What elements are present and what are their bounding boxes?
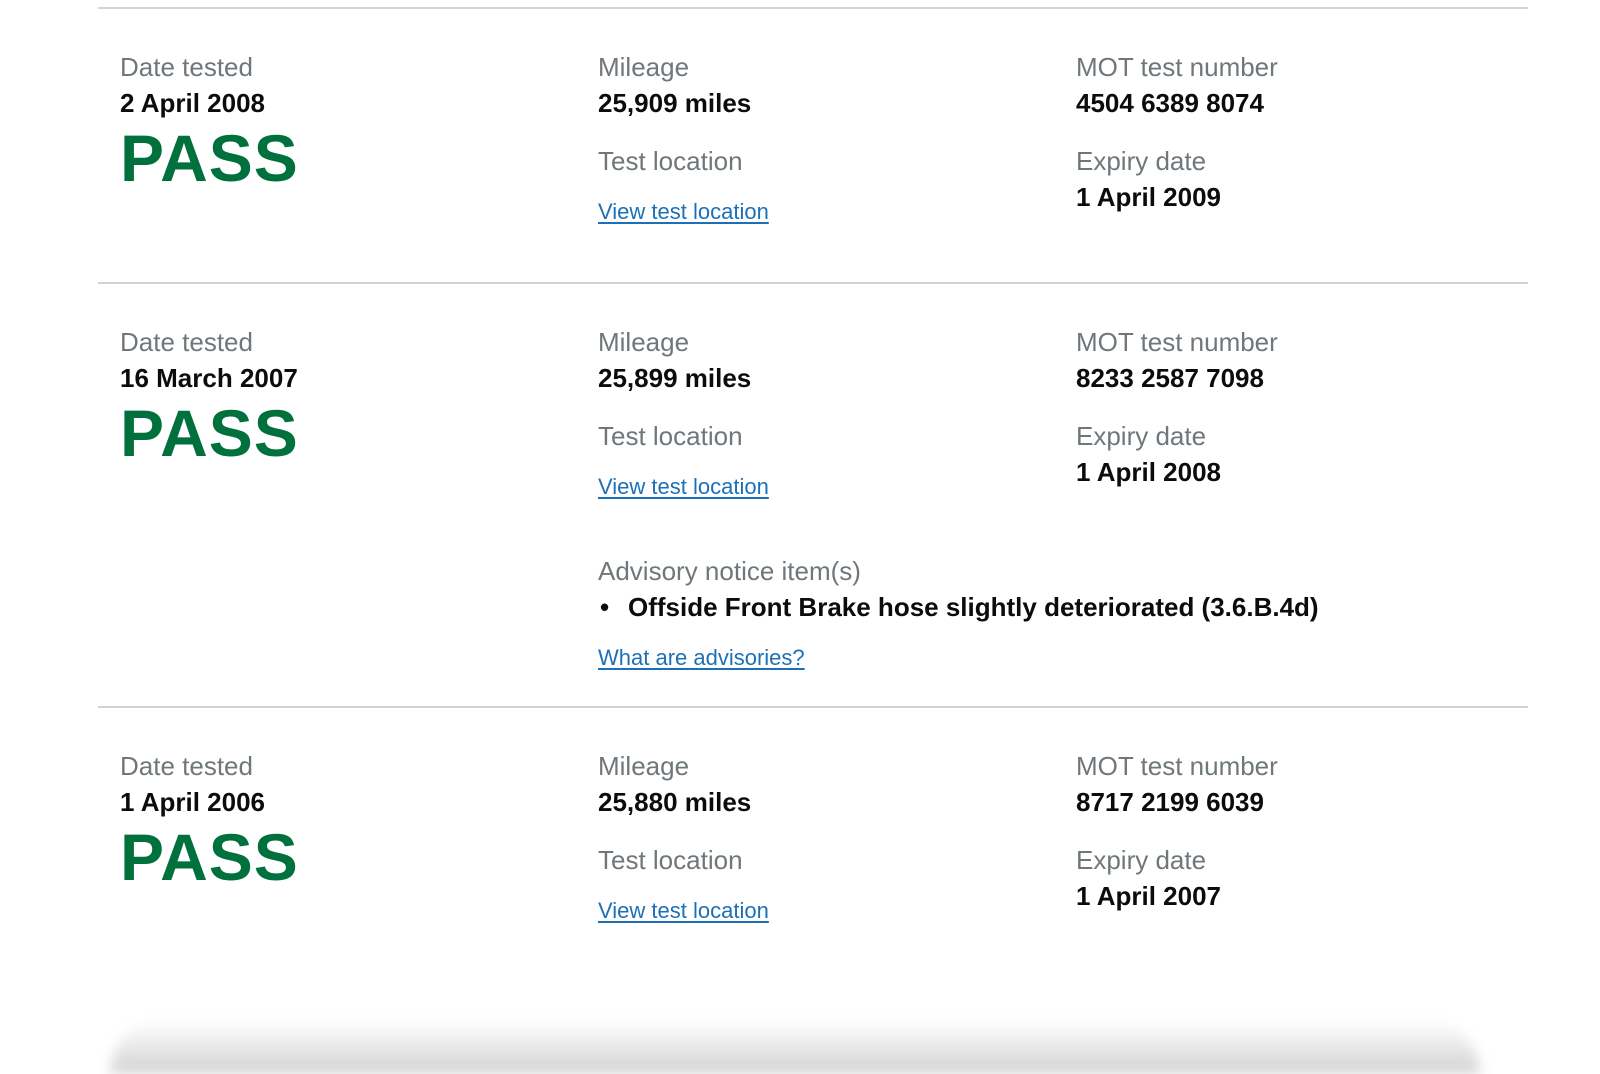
test-result: PASS [120,820,299,894]
divider [98,282,1528,284]
advisory-item: • Offside Front Brake hose slightly dete… [598,589,1498,625]
mot-history-page: Date tested 2 April 2008 PASS Mileage 25… [0,0,1600,1074]
mileage-value: 25,880 miles [598,787,752,817]
test-location-label: Test location [598,421,743,451]
expiry-date-label: Expiry date [1076,421,1207,451]
advisory-notice-label: Advisory notice item(s) [598,556,861,586]
date-tested-value: 2 April 2008 [120,88,266,118]
test-result: PASS [120,121,299,195]
expiry-date-value: 1 April 2008 [1076,457,1222,487]
advisory-item-text: Offside Front Brake hose slightly deteri… [628,592,1319,622]
advisory-section: Advisory notice item(s) • Offside Front … [598,553,1498,673]
view-test-location-link[interactable]: View test location [598,472,769,502]
mileage-column: Mileage 25,880 miles Test location View … [598,748,1038,926]
expiry-date-value: 1 April 2009 [1076,182,1222,212]
mileage-value: 25,899 miles [598,363,752,393]
divider [98,7,1528,9]
date-tested-label: Date tested [120,751,253,781]
test-number-column: MOT test number 8233 2587 7098 Expiry da… [1076,324,1516,490]
view-test-location-link[interactable]: View test location [598,896,769,926]
test-number-column: MOT test number 4504 6389 8074 Expiry da… [1076,49,1516,215]
mot-test-number-label: MOT test number [1076,52,1278,82]
expiry-date-value: 1 April 2007 [1076,881,1222,911]
date-tested-label: Date tested [120,52,253,82]
mileage-label: Mileage [598,751,690,781]
test-location-label: Test location [598,845,743,875]
mot-test-number-value: 8233 2587 7098 [1076,363,1264,393]
mot-test-number-label: MOT test number [1076,327,1278,357]
expiry-date-label: Expiry date [1076,845,1207,875]
date-tested-value: 1 April 2006 [120,787,266,817]
bottom-shadow [110,1020,1480,1074]
bullet-icon: • [600,592,610,622]
date-tested-label: Date tested [120,327,253,357]
mileage-column: Mileage 25,899 miles Test location View … [598,324,1038,502]
mileage-value: 25,909 miles [598,88,752,118]
date-column: Date tested 1 April 2006 PASS [120,748,560,890]
test-number-column: MOT test number 8717 2199 6039 Expiry da… [1076,748,1516,914]
expiry-date-label: Expiry date [1076,146,1207,176]
what-are-advisories-link[interactable]: What are advisories? [598,643,805,673]
mileage-label: Mileage [598,327,690,357]
date-column: Date tested 16 March 2007 PASS [120,324,560,466]
divider [98,706,1528,708]
date-column: Date tested 2 April 2008 PASS [120,49,560,191]
date-tested-value: 16 March 2007 [120,363,298,393]
mot-test-number-value: 4504 6389 8074 [1076,88,1264,118]
view-test-location-link[interactable]: View test location [598,197,769,227]
test-result: PASS [120,396,299,470]
mot-test-number-label: MOT test number [1076,751,1278,781]
mot-test-number-value: 8717 2199 6039 [1076,787,1264,817]
test-location-label: Test location [598,146,743,176]
mileage-label: Mileage [598,52,690,82]
mileage-column: Mileage 25,909 miles Test location View … [598,49,1038,227]
advisory-list: • Offside Front Brake hose slightly dete… [598,589,1498,625]
